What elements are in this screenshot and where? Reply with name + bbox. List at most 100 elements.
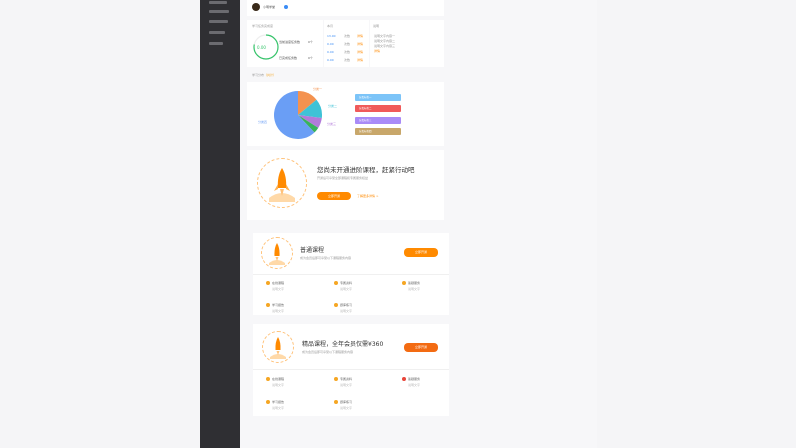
- feature-icon: [402, 281, 406, 285]
- monthly-tag[interactable]: 详情: [357, 58, 363, 62]
- divider: [253, 274, 449, 275]
- pie-label: 分类三: [327, 122, 337, 126]
- pie-label: 分类一: [313, 87, 323, 91]
- monthly-tag[interactable]: 详情: [357, 34, 363, 38]
- monthly-num: 13.00: [327, 34, 336, 38]
- plan-desc: 成为会员后即可享受以下课程服务内容: [300, 256, 352, 260]
- feature-note: 说明文字: [272, 287, 285, 291]
- sidebar: [200, 0, 240, 448]
- stat-row-value: 0个: [308, 40, 313, 44]
- feature-icon: [266, 281, 270, 285]
- pie-title-tag: （共计）: [264, 73, 277, 77]
- promo-title: 您尚未开通进阶课程，赶紧行动吧: [317, 166, 415, 174]
- plan-card: 普通课程 成为会员后即可享受以下课程服务内容 立即开通 在线课程 说明文字 专属…: [253, 233, 449, 315]
- plan-feature: 学习报告: [266, 400, 284, 404]
- notes-line: 说明文字内容一: [374, 34, 396, 38]
- feature-note: 说明文字: [340, 406, 353, 410]
- rocket-icon: [261, 237, 293, 269]
- sidebar-item[interactable]: [209, 42, 223, 45]
- promo-link[interactable]: 了解更多详情 >: [357, 194, 378, 198]
- pie-title-text: 学习分布: [252, 73, 265, 77]
- rocket-icon: [257, 158, 307, 208]
- progress-title: 学习任务完成度: [252, 24, 274, 28]
- plan-feature: 专属资料: [334, 281, 352, 285]
- feature-note: 说明文字: [408, 383, 421, 387]
- feature-icon: [334, 377, 338, 381]
- feature-icon: [334, 281, 338, 285]
- notes-line: 说明文字内容二: [374, 39, 396, 43]
- plan-feature: 专属资料: [334, 377, 352, 381]
- promo-open-button[interactable]: 立即开通: [317, 192, 351, 200]
- sidebar-item[interactable]: [209, 31, 225, 34]
- pie-card: 分类一 分类二 分类三 分类四 分类标签一 分类标签二 分类标签三 分类标签四: [247, 82, 444, 146]
- notes-line: 说明文字内容三: [374, 44, 396, 48]
- pie-label: 分类二: [328, 104, 338, 108]
- feature-note: 说明文字: [340, 309, 353, 313]
- verified-icon: [284, 5, 288, 9]
- progress-value: 0.00: [257, 45, 266, 50]
- plan-desc: 成为会员后即可享受以下课程服务内容: [302, 350, 354, 354]
- plan-feature: 题库练习: [334, 400, 352, 404]
- legend-item[interactable]: 分类标签一: [355, 94, 401, 101]
- legend-item[interactable]: 分类标签二: [355, 105, 401, 112]
- feature-note: 说明文字: [272, 383, 285, 387]
- divider: [253, 369, 449, 370]
- plan-title: 普通课程: [300, 247, 325, 254]
- monthly-row: 0.00 次数 详情: [327, 42, 369, 47]
- feature-note: 说明文字: [340, 287, 353, 291]
- pie-section-title: 学习分布（共计）: [252, 73, 276, 77]
- progress-card: 学习任务完成度 0.00 当前进度任务数 0个 已完成任务数 0个: [247, 20, 323, 67]
- promo-subtitle: 开通后可享受全部课程和专属服务权益: [317, 176, 369, 180]
- feature-icon: [402, 377, 406, 381]
- monthly-row: 13.00 次数 详情: [327, 34, 369, 39]
- monthly-row: 0.00 次数 详情: [327, 58, 369, 63]
- monthly-tag[interactable]: 详情: [357, 50, 363, 54]
- monthly-card: 本月 13.00 次数 详情 0.00 次数 详情 0.00 次数 详情 0.00 次数 详情: [324, 20, 369, 67]
- sidebar-item[interactable]: [209, 10, 229, 13]
- monthly-unit: 次数: [344, 34, 351, 38]
- monthly-num: 0.00: [327, 58, 334, 62]
- monthly-unit: 次数: [344, 42, 351, 46]
- plan-feature: 答疑服务: [402, 377, 420, 381]
- pie-chart: [274, 91, 322, 139]
- feature-icon: [334, 400, 338, 404]
- feature-note: 说明文字: [408, 287, 421, 291]
- stat-row-label: 已完成任务数: [279, 56, 298, 60]
- plan-feature: 在线课程: [266, 281, 284, 285]
- feature-note: 说明文字: [272, 406, 285, 410]
- plan-title: 精品课程，全年会员仅需¥360: [302, 341, 384, 348]
- feature-icon: [266, 377, 270, 381]
- monthly-unit: 次数: [344, 58, 351, 62]
- plan-open-button[interactable]: 立即开通: [404, 248, 438, 257]
- stat-row-value: 0个: [308, 56, 313, 60]
- monthly-num: 0.00: [327, 42, 334, 46]
- monthly-unit: 次数: [344, 50, 351, 54]
- sidebar-item[interactable]: [209, 1, 227, 4]
- plan-feature: 在线课程: [266, 377, 284, 381]
- promo-card: 您尚未开通进阶课程，赶紧行动吧 开通后可享受全部课程和专属服务权益 立即开通 了…: [247, 150, 444, 220]
- sidebar-item[interactable]: [209, 20, 228, 23]
- profile-header: 小明学堂: [247, 0, 444, 16]
- avatar[interactable]: [252, 3, 260, 11]
- feature-note: 说明文字: [272, 309, 285, 313]
- monthly-tag[interactable]: 详情: [357, 42, 363, 46]
- feature-icon: [334, 303, 338, 307]
- legend-item[interactable]: 分类标签三: [355, 117, 401, 124]
- monthly-title: 本月: [327, 24, 334, 28]
- stat-row-label: 当前进度任务数: [279, 40, 301, 44]
- notes-title: 说明: [373, 24, 380, 28]
- notes-tag[interactable]: 详情: [374, 49, 380, 53]
- plan-feature: 答疑服务: [402, 281, 420, 285]
- legend-item[interactable]: 分类标签四: [355, 128, 401, 135]
- plan-feature: 题库练习: [334, 303, 352, 307]
- plan-feature: 学习报告: [266, 303, 284, 307]
- feature-icon: [266, 400, 270, 404]
- profile-name: 小明学堂: [263, 5, 276, 9]
- rocket-icon: [262, 331, 294, 363]
- feature-icon: [266, 303, 270, 307]
- monthly-row: 0.00 次数 详情: [327, 50, 369, 55]
- notes-card: 说明 说明文字内容一 说明文字内容二 说明文字内容三 详情: [370, 20, 444, 67]
- pie-label: 分类四: [258, 120, 268, 124]
- plan-open-button[interactable]: 立即开通: [404, 343, 438, 352]
- monthly-num: 0.00: [327, 50, 334, 54]
